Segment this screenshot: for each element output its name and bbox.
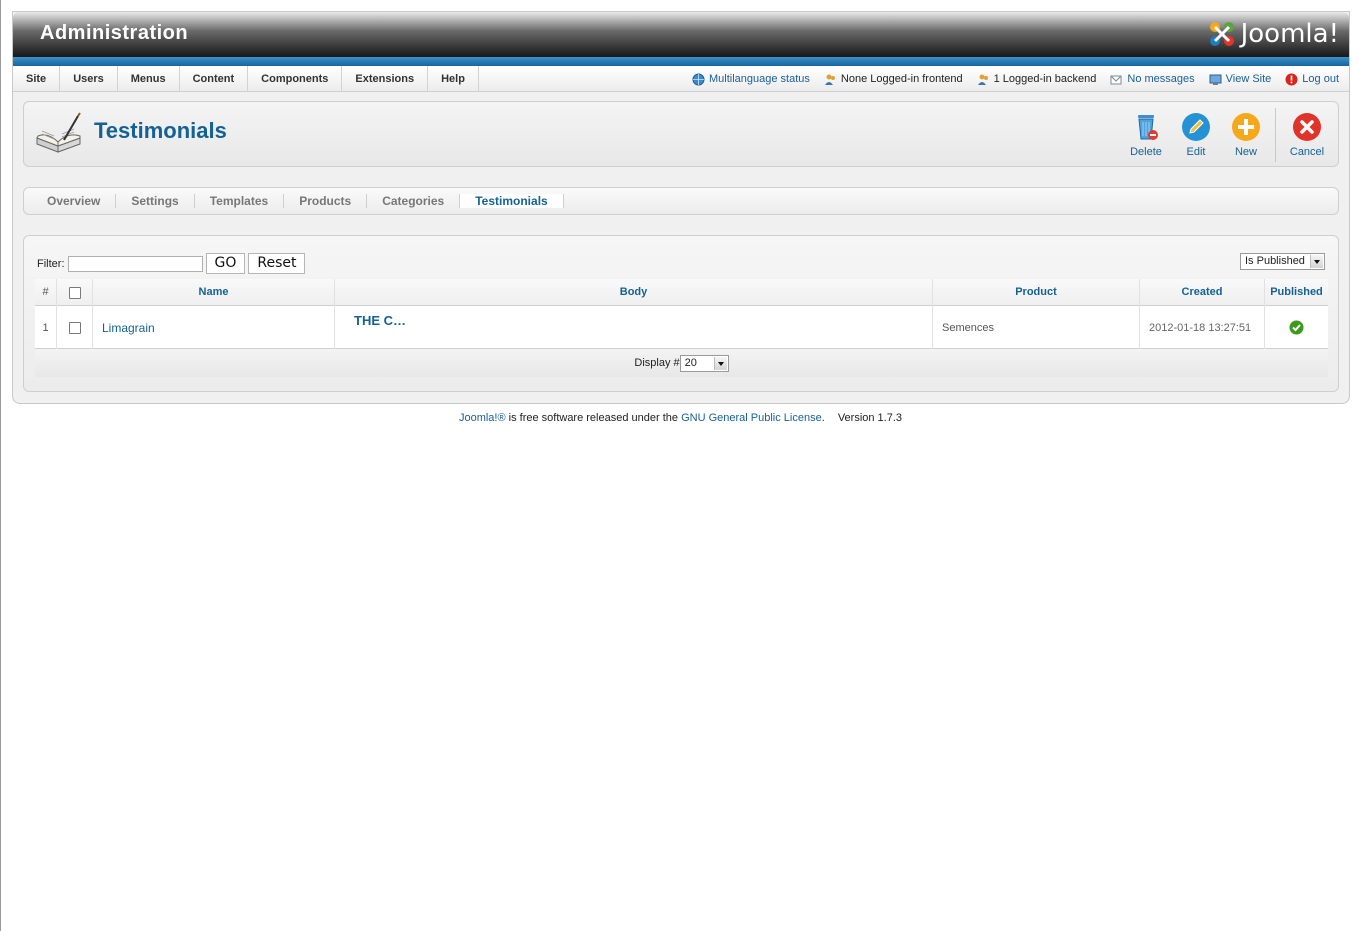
- plus-icon: [1232, 113, 1260, 141]
- admin-title: Administration: [40, 22, 189, 44]
- new-label: New: [1234, 146, 1257, 158]
- tab-templates[interactable]: Templates: [195, 194, 285, 208]
- license-text: is free software released under the: [505, 412, 682, 424]
- display-count-label: Display #: [634, 357, 680, 369]
- menu-extensions[interactable]: Extensions: [342, 66, 429, 92]
- row-name-link[interactable]: Limagrain: [102, 321, 155, 335]
- menu-site[interactable]: Site: [13, 66, 61, 92]
- go-button[interactable]: GO: [205, 253, 246, 274]
- joomla-logo: Joomla!: [1207, 19, 1339, 49]
- component-tabs: Overview Settings Templates Products Cat…: [23, 187, 1339, 215]
- toolbar-box: Testimonials Delete Edit New Cancel: [23, 101, 1339, 167]
- chevron-down-icon: [713, 356, 727, 370]
- users-icon: [977, 74, 988, 85]
- cancel-label: Cancel: [1289, 146, 1325, 158]
- filter-label: Filter:: [37, 257, 65, 270]
- trash-icon: [1138, 115, 1158, 140]
- multilanguage-status-label: Multilanguage status: [709, 73, 810, 85]
- header-published[interactable]: Published: [1265, 279, 1328, 306]
- menu-users[interactable]: Users: [60, 66, 118, 92]
- display-count-value: 20: [684, 356, 697, 369]
- globe-icon: [692, 73, 705, 85]
- pencil-icon: [1182, 113, 1210, 141]
- header-created[interactable]: Created: [1140, 279, 1265, 306]
- main-menubar: Site Users Menus Content Components Exte…: [13, 66, 1349, 92]
- table-pagination-footer: Display # 20: [35, 349, 1328, 377]
- view-site-link[interactable]: View Site: [1209, 73, 1272, 86]
- header-product[interactable]: Product: [933, 279, 1140, 306]
- backend-users-label: 1 Logged-in backend: [993, 73, 1097, 85]
- header-blue-strip: [13, 57, 1349, 66]
- license-link[interactable]: GNU General Public License: [681, 412, 822, 424]
- period-text: .: [821, 412, 825, 424]
- frontend-users-label: None Logged-in frontend: [840, 73, 963, 85]
- logout-icon: [1285, 73, 1298, 85]
- joomla-logo-icon: [1209, 22, 1234, 46]
- tab-products[interactable]: Products: [284, 194, 368, 208]
- users-icon: [824, 74, 835, 85]
- row-num: 1: [35, 306, 57, 349]
- joomla-logo-text: Joomla!: [1240, 19, 1339, 49]
- delete-label: Delete: [1130, 146, 1162, 158]
- page-title: Testimonials: [94, 118, 227, 143]
- row-checkbox[interactable]: [68, 321, 81, 334]
- message-icon: [1110, 75, 1122, 84]
- row-checkbox-cell: [57, 306, 93, 349]
- tab-overview[interactable]: Overview: [32, 194, 117, 208]
- table-row: 1 Limagrain THE C… Semences 2012-01-18 1…: [35, 306, 1328, 349]
- close-icon: [1293, 113, 1321, 141]
- admin-container: Administration Joomla! Site Users Menus …: [12, 11, 1350, 404]
- copyright-footer: Joomla!® is free software released under…: [1, 412, 1359, 424]
- messages-link[interactable]: No messages: [1110, 73, 1195, 86]
- chevron-down-icon: [1310, 255, 1323, 268]
- testimonials-table: # Name Body Product Created Published 1 …: [35, 279, 1328, 377]
- table-header-row: # Name Body Product Created Published: [35, 279, 1328, 306]
- testimonials-book-icon: [36, 112, 81, 153]
- published-check-icon[interactable]: [1289, 320, 1304, 335]
- joomla-link[interactable]: Joomla!®: [459, 412, 506, 424]
- toolbar-divider: [1275, 108, 1276, 162]
- reset-button[interactable]: Reset: [248, 253, 306, 274]
- frontend-users-status: None Logged-in frontend: [824, 73, 963, 86]
- header-name[interactable]: Name: [93, 279, 335, 306]
- row-created-cell: 2012-01-18 13:27:51: [1140, 306, 1265, 349]
- menu-help[interactable]: Help: [428, 66, 479, 92]
- select-all-checkbox[interactable]: [68, 286, 81, 299]
- new-button[interactable]: New: [1221, 108, 1271, 162]
- testimonials-list-box: Filter: GO Reset Is Published # Name Bod…: [23, 235, 1339, 392]
- header-body[interactable]: Body: [335, 279, 933, 306]
- filter-bar: Filter: GO Reset: [37, 253, 306, 274]
- tab-categories[interactable]: Categories: [367, 194, 461, 208]
- display-count-select[interactable]: 20: [679, 354, 729, 372]
- row-body-cell: THE C…: [335, 306, 933, 349]
- tab-testimonials[interactable]: Testimonials: [460, 194, 564, 208]
- edit-button[interactable]: Edit: [1171, 108, 1221, 162]
- backend-users-status: 1 Logged-in backend: [977, 73, 1097, 86]
- published-filter-value: Is Published: [1245, 255, 1305, 267]
- header-select-all: [57, 279, 93, 306]
- header-num: #: [35, 279, 57, 306]
- edit-label: Edit: [1186, 146, 1206, 158]
- tab-settings[interactable]: Settings: [116, 194, 195, 208]
- filter-input[interactable]: [67, 255, 203, 272]
- row-name-cell: Limagrain: [93, 306, 335, 349]
- published-filter-select[interactable]: Is Published: [1240, 253, 1325, 270]
- logout-link[interactable]: Log out: [1285, 73, 1339, 86]
- delete-button[interactable]: Delete: [1121, 108, 1171, 162]
- row-product-cell: Semences: [933, 306, 1140, 349]
- menu-content[interactable]: Content: [180, 66, 249, 92]
- monitor-icon: [1209, 74, 1222, 85]
- version-text: Version 1.7.3: [837, 412, 903, 424]
- header-bar: Administration Joomla!: [13, 12, 1349, 66]
- row-body-text: THE C…: [354, 313, 406, 328]
- menu-menus[interactable]: Menus: [118, 66, 180, 92]
- menu-components[interactable]: Components: [248, 66, 343, 92]
- view-site-label: View Site: [1225, 73, 1272, 85]
- multilanguage-status-link[interactable]: Multilanguage status: [692, 73, 810, 86]
- logout-label: Log out: [1302, 73, 1339, 85]
- cancel-button[interactable]: Cancel: [1282, 108, 1332, 162]
- row-published-cell: [1265, 306, 1328, 349]
- messages-label: No messages: [1127, 73, 1195, 85]
